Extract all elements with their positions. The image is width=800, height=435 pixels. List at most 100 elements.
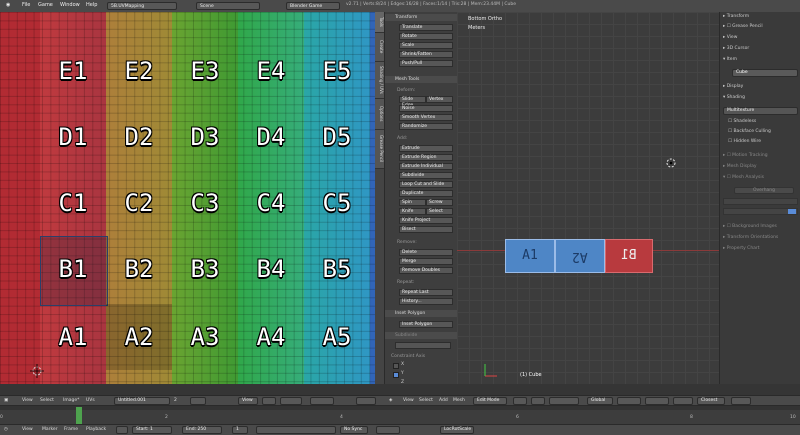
remove-doubles-button[interactable]: Remove Doubles — [399, 267, 453, 274]
orientation-select[interactable]: Global — [587, 397, 613, 405]
scene-selector[interactable]: Scene — [196, 2, 260, 10]
pivot-select[interactable] — [262, 397, 276, 405]
panel-3d-cursor[interactable]: ▸ 3D Cursor — [723, 45, 798, 53]
engine-selector[interactable]: Blender Game — [286, 2, 340, 10]
select-mode-buttons[interactable] — [617, 397, 641, 405]
analysis-axis-z-button[interactable] — [788, 209, 796, 214]
panel-grease-pencil[interactable]: ▸ ☐ Grease Pencil — [723, 23, 798, 31]
manipulator-toggle[interactable] — [549, 397, 579, 405]
end-frame-field[interactable]: End: 250 — [182, 426, 222, 434]
uv-menu-select[interactable]: Select — [40, 397, 54, 405]
pivot-point-select[interactable] — [531, 397, 545, 405]
mesh-face-a2[interactable]: A2 — [555, 239, 605, 273]
shadeless-checkbox[interactable]: ☐ Shadeless — [728, 118, 800, 126]
2d-cursor-icon[interactable] — [30, 364, 44, 378]
proportional-edit-select[interactable] — [645, 397, 669, 405]
current-frame-marker[interactable] — [76, 407, 82, 424]
layout-selector[interactable]: 5B.UVMapping — [107, 2, 177, 10]
panel-transform[interactable]: ▸ Transform — [723, 13, 798, 21]
opengl-render-button[interactable] — [731, 397, 751, 405]
image-name-field[interactable]: Untitled.001 — [114, 397, 170, 405]
panel-inset-polygon-header[interactable]: Inset Polygon — [385, 310, 457, 317]
tl-menu-view[interactable]: View — [22, 426, 33, 434]
spin-button[interactable]: Spin — [399, 199, 426, 206]
axis-x-checkbox[interactable] — [393, 363, 399, 369]
sticky-select[interactable] — [310, 397, 334, 405]
extrude-individual-button[interactable]: Extrude Individual — [399, 163, 453, 170]
randomize-button[interactable]: Randomize — [399, 123, 453, 130]
scale-button[interactable]: Scale — [399, 42, 453, 49]
extrude-button[interactable]: Extrude — [399, 145, 453, 152]
pin-image-button[interactable] — [190, 397, 206, 405]
menu-file[interactable]: File — [22, 2, 30, 8]
panel-mesh-tools-header[interactable]: Mesh Tools — [385, 76, 457, 83]
subdivide-value-field[interactable] — [395, 342, 451, 349]
auto-keyframe-toggle[interactable] — [376, 426, 400, 434]
shading-mode-select[interactable]: Multitexture — [723, 107, 798, 115]
analysis-range-field[interactable] — [723, 198, 798, 205]
v3d-menu-view[interactable]: View — [403, 397, 414, 405]
panel-mesh-analysis[interactable]: ▾ ☐ Mesh Analysis — [723, 174, 798, 182]
loop-cut-slide-button[interactable]: Loop Cut and Slide — [399, 181, 453, 188]
mesh-face-a1[interactable]: A1 — [505, 239, 555, 273]
start-frame-field[interactable]: Start: 1 — [132, 426, 172, 434]
panel-property-chart[interactable]: ▸ Property Chart — [723, 245, 798, 253]
uv-snap-select[interactable] — [356, 397, 376, 405]
snap-toggle[interactable] — [673, 397, 693, 405]
timeline[interactable]: 0 2 4 6 8 10 — [0, 405, 800, 425]
rotate-button[interactable]: Rotate — [399, 33, 453, 40]
hidden-wire-checkbox[interactable]: ☐ Hidden Wire — [728, 138, 800, 146]
panel-subdivide-header[interactable]: Subdivide — [385, 332, 457, 339]
uv-view-select[interactable]: View — [238, 397, 258, 405]
panel-mesh-display[interactable]: ▸ Mesh Display — [723, 163, 798, 171]
playback-controls[interactable] — [256, 426, 336, 434]
sync-mode-select[interactable]: No Sync — [340, 426, 368, 434]
uv-image-editor[interactable]: E1 E2 E3 E4 E5 D1 D2 D3 D4 D5 C1 C2 C3 C… — [0, 12, 390, 384]
noise-button[interactable]: Noise — [399, 105, 453, 112]
panel-shading[interactable]: ▾ Shading — [723, 94, 798, 102]
panel-transform-orientations[interactable]: ▸ Transform Orientations — [723, 234, 798, 242]
panel-background-images[interactable]: ▸ ☐ Background Images — [723, 223, 798, 231]
smooth-vertex-button[interactable]: Smooth Vertex — [399, 114, 453, 121]
merge-button[interactable]: Merge — [399, 258, 453, 265]
extrude-region-button[interactable]: Extrude Region — [399, 154, 453, 161]
tl-menu-marker[interactable]: Marker — [42, 426, 58, 434]
screw-button[interactable]: Screw — [426, 199, 453, 206]
backface-culling-checkbox[interactable]: ☐ Backface Culling — [728, 128, 800, 136]
mode-select[interactable]: Edit Mode — [473, 397, 507, 405]
translate-button[interactable]: Translate — [399, 24, 453, 31]
tab-tools[interactable]: Tools — [375, 12, 384, 33]
delete-button[interactable]: Delete — [399, 249, 453, 256]
shading-select[interactable] — [513, 397, 527, 405]
slide-edge-button[interactable]: Slide Edge — [399, 96, 426, 108]
tab-options[interactable]: Options — [375, 99, 384, 130]
current-frame-field[interactable]: 1 — [232, 426, 248, 434]
snap-target-select[interactable]: Closest — [697, 397, 725, 405]
editor-type-icon[interactable]: ▣ — [4, 397, 8, 405]
tab-shading-uvs[interactable]: Shading / UVs — [375, 62, 384, 99]
tab-create[interactable]: Create — [375, 33, 384, 62]
knife-button[interactable]: Knife — [399, 208, 426, 215]
shrink-fatten-button[interactable]: Shrink/Fatten — [399, 51, 453, 58]
axis-y-checkbox[interactable] — [393, 372, 399, 378]
v3d-menu-mesh[interactable]: Mesh — [453, 397, 465, 405]
v3d-menu-select[interactable]: Select — [419, 397, 433, 405]
keying-set-select[interactable]: LocRotScale — [440, 426, 474, 434]
analysis-axis-selector[interactable] — [723, 208, 798, 215]
mesh-face-b1[interactable]: B1 — [605, 239, 653, 273]
uv-menu-uvs[interactable]: UVs — [86, 397, 95, 405]
uv-menu-image[interactable]: Image* — [63, 397, 79, 405]
tab-grease-pencil[interactable]: Grease Pencil — [375, 130, 384, 169]
bisect-button[interactable]: Bisect — [399, 226, 453, 233]
history-button[interactable]: History... — [399, 298, 453, 305]
subdivide-button[interactable]: Subdivide — [399, 172, 453, 179]
panel-display[interactable]: ▸ Display — [723, 83, 798, 91]
menu-game[interactable]: Game — [38, 2, 53, 8]
blender-logo-icon[interactable]: ◉ — [6, 2, 10, 8]
editor-type-timeline-icon[interactable]: ◷ — [4, 426, 8, 434]
inset-polygon-button[interactable]: Inset Polygon — [399, 321, 453, 328]
tl-menu-playback[interactable]: Playback — [86, 426, 106, 434]
panel-transform-header[interactable]: Transform — [385, 14, 457, 21]
analysis-type-select[interactable]: Overhang — [734, 187, 794, 194]
item-name-field[interactable]: Cube — [732, 69, 798, 77]
